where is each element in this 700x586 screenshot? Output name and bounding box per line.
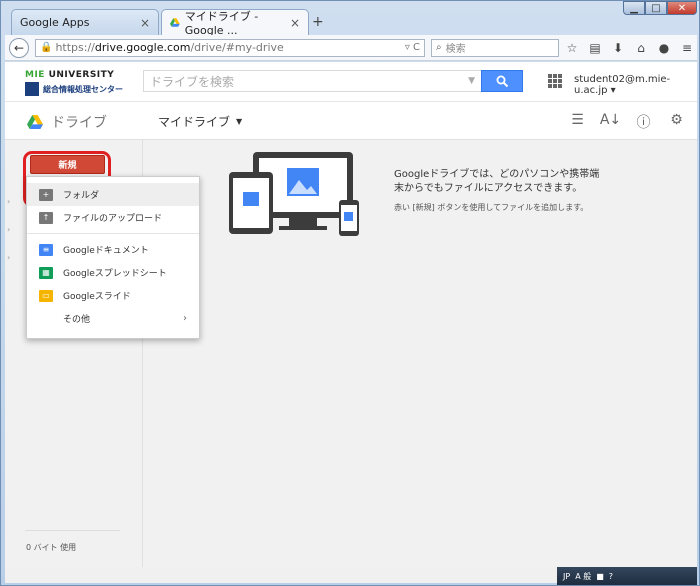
url-path: /drive/#my-drive (190, 41, 284, 54)
browser-toolbar: ← 🔒 https://drive.google.com/drive/#my-d… (5, 35, 697, 61)
google-header: MIE UNIVERSITY 総合情報処理センター ドライブを検索 ▼ stud… (5, 62, 697, 102)
menu-item-label: Googleスプレッドシート (63, 269, 167, 279)
menu-item-label: フォルダ (63, 191, 100, 201)
list-view-icon[interactable]: ☰ (561, 112, 594, 132)
logo-university: UNIVERSITY (48, 70, 115, 80)
lock-icon: 🔒 (40, 42, 53, 53)
menu-item-file-upload[interactable]: ↑ ファイルのアップロード (27, 206, 199, 229)
search-placeholder: 検索 (445, 44, 466, 55)
tab-label: Google Apps (20, 16, 90, 29)
search-icon: ⌕ (436, 42, 442, 53)
browser-window: Google Apps × マイドライブ - Google ... × + ▁ … (0, 0, 700, 586)
new-dropdown-menu: + フォルダ ↑ ファイルのアップロード ≡ Googleドキュメント ▦ Go… (26, 176, 200, 339)
storage-usage: 0 バイト 使用 (26, 543, 77, 552)
drive-search-placeholder: ドライブを検索 (150, 74, 235, 89)
menu-divider (27, 233, 199, 234)
browser-search-field[interactable]: ⌕ 検索 (431, 38, 559, 57)
back-arrow-icon[interactable]: ← (9, 37, 29, 58)
tab-my-drive[interactable]: マイドライブ - Google ... × (161, 9, 309, 37)
empty-state-message: Googleドライブでは、どのパソコンや携帯端末からでもファイルにアクセスできま… (394, 169, 600, 194)
info-icon[interactable]: ⓘ (627, 112, 660, 132)
drive-logo-icon (27, 115, 43, 129)
menu-item-folder[interactable]: + フォルダ (27, 183, 199, 206)
empty-state-hint: 赤い [新規] ボタンを使用してファイルを追加します。 (394, 203, 589, 212)
system-tray: JP A 般 ■ ? (557, 567, 697, 585)
download-icon[interactable]: ⬇ (608, 41, 628, 55)
menu-item-google-docs[interactable]: ≡ Googleドキュメント (27, 238, 199, 261)
address-bar[interactable]: 🔒 https://drive.google.com/drive/#my-dri… (35, 38, 425, 57)
url-host: drive.google.com (94, 41, 191, 54)
menu-item-label: その他 (63, 315, 91, 325)
drive-brand-label: ドライブ (51, 115, 107, 131)
drive-subheader: ドライブ マイドライブ ▼ ☰ A↓ ⓘ ⚙ (5, 102, 697, 140)
menu-icon[interactable]: ≡ (677, 41, 697, 55)
tray-app-icon[interactable]: ■ (596, 572, 604, 581)
ime-indicator[interactable]: A 般 (575, 571, 591, 582)
url-prefix: https:// (55, 41, 95, 54)
tab-strip: Google Apps × マイドライブ - Google ... × + ▁ … (1, 1, 700, 37)
close-icon[interactable]: × (140, 16, 150, 30)
bookmark-star-icon[interactable]: ☆ (562, 41, 582, 55)
reload-icon[interactable]: ▿ C (405, 42, 420, 53)
tab-google-apps[interactable]: Google Apps × (11, 9, 159, 35)
apps-grid-icon[interactable] (548, 74, 562, 88)
sidebar-hidden-items: › › › (7, 197, 11, 262)
logo-mie: MIE (25, 70, 45, 80)
search-button[interactable] (481, 70, 523, 92)
my-drive-label: マイドライブ (158, 115, 231, 129)
folder-plus-icon: + (39, 188, 53, 201)
search-options-icon[interactable]: ▼ (468, 76, 475, 86)
close-icon[interactable]: × (290, 16, 300, 30)
language-indicator[interactable]: JP (563, 572, 570, 581)
settings-gear-icon[interactable]: ⚙ (660, 112, 693, 132)
drive-page: MIE UNIVERSITY 総合情報処理センター ドライブを検索 ▼ stud… (5, 62, 697, 567)
menu-item-label: ファイルのアップロード (63, 214, 163, 224)
menu-item-label: Googleスライド (63, 292, 131, 302)
sort-az-icon[interactable]: A↓ (594, 112, 627, 132)
drive-body: › › › 新規 0 バイト 使用 Googleドライブでは、どのパソコンや携帯… (5, 140, 697, 567)
divider (25, 530, 120, 531)
devices-illustration (229, 152, 359, 236)
search-icon (496, 75, 508, 87)
menu-item-google-slides[interactable]: ▭ Googleスライド (27, 284, 199, 307)
more-chevron-icon: › (183, 313, 187, 324)
google-slides-icon: ▭ (39, 289, 53, 302)
minimize-button[interactable]: ▁ (623, 1, 645, 15)
logo-center-name: 総合情報処理センター (43, 85, 123, 94)
menu-item-google-sheets[interactable]: ▦ Googleスプレッドシート (27, 261, 199, 284)
my-drive-dropdown[interactable]: マイドライブ ▼ (158, 113, 242, 130)
new-button[interactable]: 新規 (30, 155, 105, 174)
clipboard-icon[interactable]: ▤ (585, 41, 605, 55)
google-docs-icon: ≡ (39, 243, 53, 256)
chat-icon[interactable]: ● (654, 41, 674, 55)
tab-label: マイドライブ - Google ... (184, 10, 259, 37)
drive-search-input[interactable]: ドライブを検索 ▼ (143, 70, 481, 92)
google-sheets-icon: ▦ (39, 266, 53, 279)
file-upload-icon: ↑ (39, 211, 53, 224)
drive-brand[interactable]: ドライブ (27, 112, 107, 132)
help-icon[interactable]: ? (609, 572, 613, 581)
new-tab-button[interactable]: + (312, 14, 324, 30)
home-icon[interactable]: ⌂ (631, 41, 651, 55)
menu-item-more[interactable]: その他 › (27, 307, 199, 330)
logo-emblem (25, 82, 39, 96)
account-email[interactable]: student02@m.mie-u.ac.jp ▾ (574, 74, 697, 96)
mie-university-logo[interactable]: MIE UNIVERSITY 総合情報処理センター (25, 70, 125, 98)
window-close-button[interactable]: ✕ (667, 1, 697, 15)
drive-logo-icon (170, 18, 180, 27)
maximize-button[interactable]: □ (645, 1, 667, 15)
caret-down-icon: ▼ (236, 117, 243, 126)
menu-item-label: Googleドキュメント (63, 246, 149, 256)
